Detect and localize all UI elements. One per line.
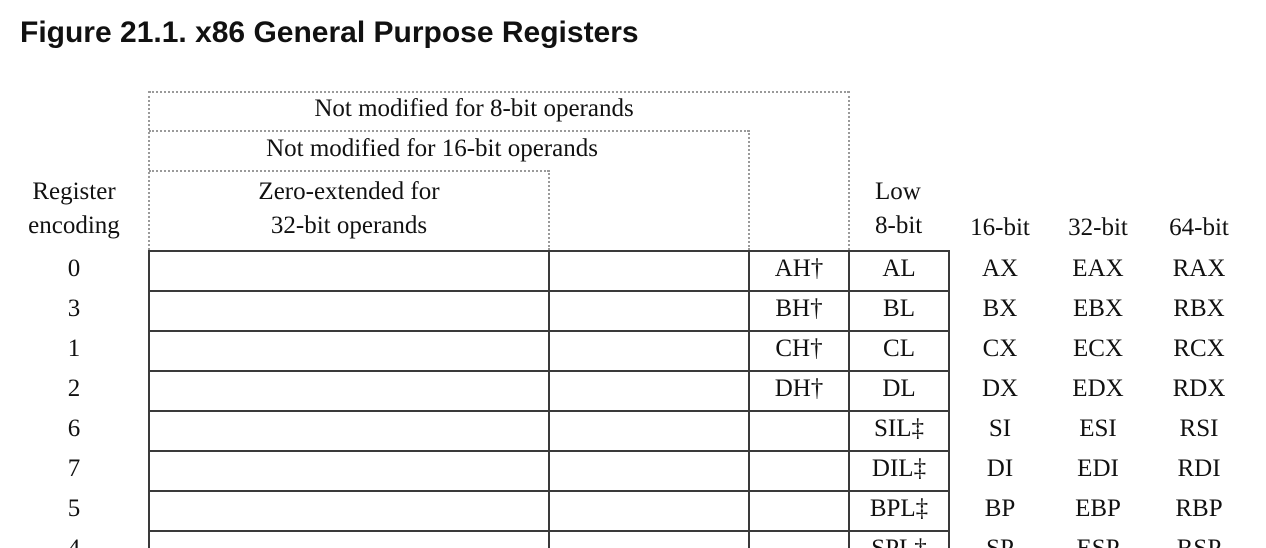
high8-cell: BH† <box>775 295 823 322</box>
low8-cell: SIL‡ <box>874 415 924 442</box>
reg16-cell: CX <box>982 335 1018 362</box>
bracket-32bit-top <box>149 170 549 172</box>
label-low: Low <box>875 178 921 205</box>
reg32-cell: ECX <box>1073 335 1123 362</box>
label-zero-extended-line1: Zero-extended for <box>258 178 440 205</box>
reg64-cell: RAX <box>1172 255 1226 282</box>
encoding-cell: 2 <box>67 375 81 402</box>
reg16-cell: SP <box>956 530 1044 548</box>
label-zero-extended-line2: 32-bit operands <box>270 212 428 239</box>
low8-cell: SPL‡ <box>850 530 948 548</box>
reg64-cell: RBX <box>1173 295 1225 322</box>
label-16bit: 16-bit <box>970 214 1030 241</box>
reg16-cell: DI <box>986 455 1014 482</box>
low8-cell: DIL‡ <box>871 455 927 482</box>
bracket-8bit-right <box>848 91 850 250</box>
reg16-cell: SI <box>988 415 1012 442</box>
reg64-cell: RBP <box>1175 495 1223 522</box>
low8-cell: DL <box>882 375 916 402</box>
reg16-cell: BP <box>984 495 1016 522</box>
high8-cell <box>750 490 848 530</box>
encoding-cell: 4 <box>34 530 114 548</box>
label-not-modified-8bit: Not modified for 8-bit operands <box>314 95 634 122</box>
encoding-cell: 6 <box>67 415 81 442</box>
reg16-cell: AX <box>981 255 1019 282</box>
low8-cell: AL <box>882 255 916 282</box>
reg32-cell: EAX <box>1072 255 1124 282</box>
reg32-cell: EBX <box>1073 295 1123 322</box>
label-encoding: encoding <box>28 212 120 239</box>
encoding-cell: 7 <box>67 455 81 482</box>
reg32-cell: ESI <box>1079 415 1117 442</box>
label-register: Register <box>32 178 116 205</box>
high8-cell <box>750 530 848 548</box>
reg32-cell: EDX <box>1072 375 1124 402</box>
low8-cell: CL <box>883 335 915 362</box>
register-figure: Figure 21.1. x86 General Purpose Registe… <box>0 0 1266 548</box>
reg64-cell: RDX <box>1172 375 1226 402</box>
col-line-low8-right <box>948 250 950 548</box>
reg32-cell: EDI <box>1077 455 1119 482</box>
reg16-cell: DX <box>981 375 1019 402</box>
reg16-cell: BX <box>982 295 1018 322</box>
label-8bit: 8-bit <box>875 212 923 239</box>
encoding-cell: 5 <box>67 495 81 522</box>
high8-cell <box>750 450 848 490</box>
reg32-cell: ESP <box>1054 530 1142 548</box>
high8-cell <box>750 410 848 450</box>
label-64bit: 64-bit <box>1169 214 1229 241</box>
encoding-cell: 1 <box>67 335 81 362</box>
label-not-modified-16bit: Not modified for 16-bit operands <box>266 135 598 162</box>
high8-cell: CH† <box>775 335 823 362</box>
encoding-cell: 0 <box>67 255 81 282</box>
col-line-left <box>148 250 150 548</box>
col-line-32bit <box>548 250 550 548</box>
reg64-cell: RSP <box>1154 530 1244 548</box>
encoding-cell: 3 <box>67 295 81 322</box>
label-32bit: 32-bit <box>1068 214 1128 241</box>
figure-title: Figure 21.1. x86 General Purpose Registe… <box>20 16 639 49</box>
reg64-cell: RSI <box>1179 415 1219 442</box>
reg64-cell: RDI <box>1177 455 1221 482</box>
low8-cell: BPL‡ <box>869 495 929 522</box>
high8-cell: AH† <box>774 255 824 282</box>
high8-cell: DH† <box>774 375 824 402</box>
reg32-cell: EBP <box>1075 495 1121 522</box>
low8-cell: BL <box>883 295 915 322</box>
reg64-cell: RCX <box>1173 335 1225 362</box>
bracket-16bit-right <box>748 130 750 250</box>
